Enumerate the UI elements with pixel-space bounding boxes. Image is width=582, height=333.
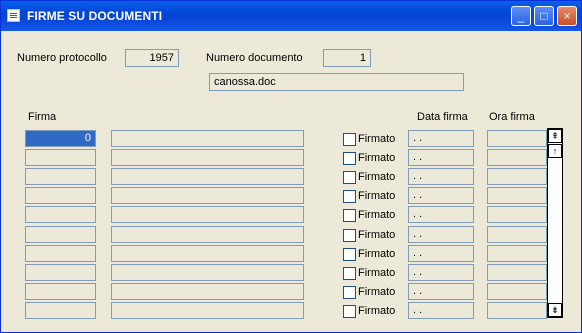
firma-column-header: Firma xyxy=(28,111,57,123)
document-number-field[interactable]: 1 xyxy=(323,49,371,67)
data-firma-field[interactable]: . . xyxy=(408,187,474,204)
protocol-label: Numero protocollo xyxy=(17,52,107,64)
title-bar[interactable]: FIRME SU DOCUMENTI _ □ × xyxy=(1,1,581,31)
firma-code-field[interactable] xyxy=(25,187,96,204)
firmato-checkbox[interactable] xyxy=(343,229,356,242)
firmato-label: Firmato xyxy=(358,267,396,279)
data-firma-field[interactable]: . . xyxy=(408,245,474,262)
filename-field[interactable]: canossa.doc xyxy=(209,73,464,91)
ora-firma-field[interactable] xyxy=(487,264,547,281)
data-firma-field[interactable]: . . xyxy=(408,130,474,147)
ora-firma-field[interactable] xyxy=(487,245,547,262)
firmato-checkbox[interactable] xyxy=(343,305,356,318)
ora-firma-field[interactable] xyxy=(487,149,547,166)
close-button[interactable]: × xyxy=(557,6,577,26)
firmato-checkbox[interactable] xyxy=(343,190,356,203)
firma-code-field[interactable] xyxy=(25,168,96,185)
data-firma-field[interactable]: . . xyxy=(408,149,474,166)
firma-code-field[interactable] xyxy=(25,245,96,262)
data-firma-field[interactable]: . . xyxy=(408,264,474,281)
firma-code-field[interactable] xyxy=(25,226,96,243)
firmato-label: Firmato xyxy=(358,248,396,260)
firmato-label: Firmato xyxy=(358,305,396,317)
maximize-button[interactable]: □ xyxy=(534,6,554,26)
firma-code-field[interactable] xyxy=(25,283,96,300)
ora-firma-field[interactable] xyxy=(487,168,547,185)
firmato-checkbox[interactable] xyxy=(343,209,356,222)
firmato-checkbox[interactable] xyxy=(343,171,356,184)
firmato-label: Firmato xyxy=(358,286,396,298)
app-icon xyxy=(7,9,20,22)
scroll-first-icon[interactable]: ⇞ xyxy=(548,129,562,143)
firma-code-field[interactable] xyxy=(25,264,96,281)
firma-code-field[interactable] xyxy=(25,302,96,319)
firma-name-field[interactable] xyxy=(111,149,304,166)
scroll-last-icon[interactable]: ⇟ xyxy=(548,303,562,317)
firma-code-field[interactable] xyxy=(25,149,96,166)
ora-firma-field[interactable] xyxy=(487,283,547,300)
data-firma-field[interactable]: . . xyxy=(408,283,474,300)
firmato-checkbox[interactable] xyxy=(343,152,356,165)
firmato-label: Firmato xyxy=(358,229,396,241)
firma-name-field[interactable] xyxy=(111,206,304,223)
ora-firma-field[interactable] xyxy=(487,226,547,243)
firmato-checkbox[interactable] xyxy=(343,286,356,299)
firma-name-field[interactable] xyxy=(111,245,304,262)
firma-name-field[interactable] xyxy=(111,264,304,281)
ora-firma-field[interactable] xyxy=(487,302,547,319)
vertical-scrollbar[interactable]: ⇞ ↑ ⇟ xyxy=(547,128,563,318)
protocol-number-field[interactable]: 1957 xyxy=(125,49,179,67)
data-firma-field[interactable]: . . xyxy=(408,206,474,223)
document-label: Numero documento xyxy=(206,52,303,64)
firma-name-field[interactable] xyxy=(111,187,304,204)
ora-firma-field[interactable] xyxy=(487,130,547,147)
firma-name-field[interactable] xyxy=(111,168,304,185)
firma-code-field[interactable]: 0 xyxy=(25,130,96,147)
scroll-up-icon[interactable]: ↑ xyxy=(548,144,562,158)
data-firma-field[interactable]: . . xyxy=(408,168,474,185)
ora-firma-column-header: Ora firma xyxy=(489,111,535,123)
firmato-checkbox[interactable] xyxy=(343,267,356,280)
firma-code-field[interactable] xyxy=(25,206,96,223)
firma-name-field[interactable] xyxy=(111,226,304,243)
firmato-label: Firmato xyxy=(358,190,396,202)
firmato-checkbox[interactable] xyxy=(343,133,356,146)
firma-name-field[interactable] xyxy=(111,130,304,147)
window-title: FIRME SU DOCUMENTI xyxy=(27,9,163,23)
data-firma-field[interactable]: . . xyxy=(408,302,474,319)
firma-name-field[interactable] xyxy=(111,302,304,319)
firmato-label: Firmato xyxy=(358,209,396,221)
minimize-button[interactable]: _ xyxy=(511,6,531,26)
data-firma-column-header: Data firma xyxy=(417,111,468,123)
app-window: FIRME SU DOCUMENTI _ □ × Numero protocol… xyxy=(0,0,582,333)
firmato-label: Firmato xyxy=(358,152,396,164)
firma-name-field[interactable] xyxy=(111,283,304,300)
ora-firma-field[interactable] xyxy=(487,206,547,223)
data-firma-field[interactable]: . . xyxy=(408,226,474,243)
firmato-label: Firmato xyxy=(358,133,396,145)
ora-firma-field[interactable] xyxy=(487,187,547,204)
firmato-label: Firmato xyxy=(358,171,396,183)
firmato-checkbox[interactable] xyxy=(343,248,356,261)
